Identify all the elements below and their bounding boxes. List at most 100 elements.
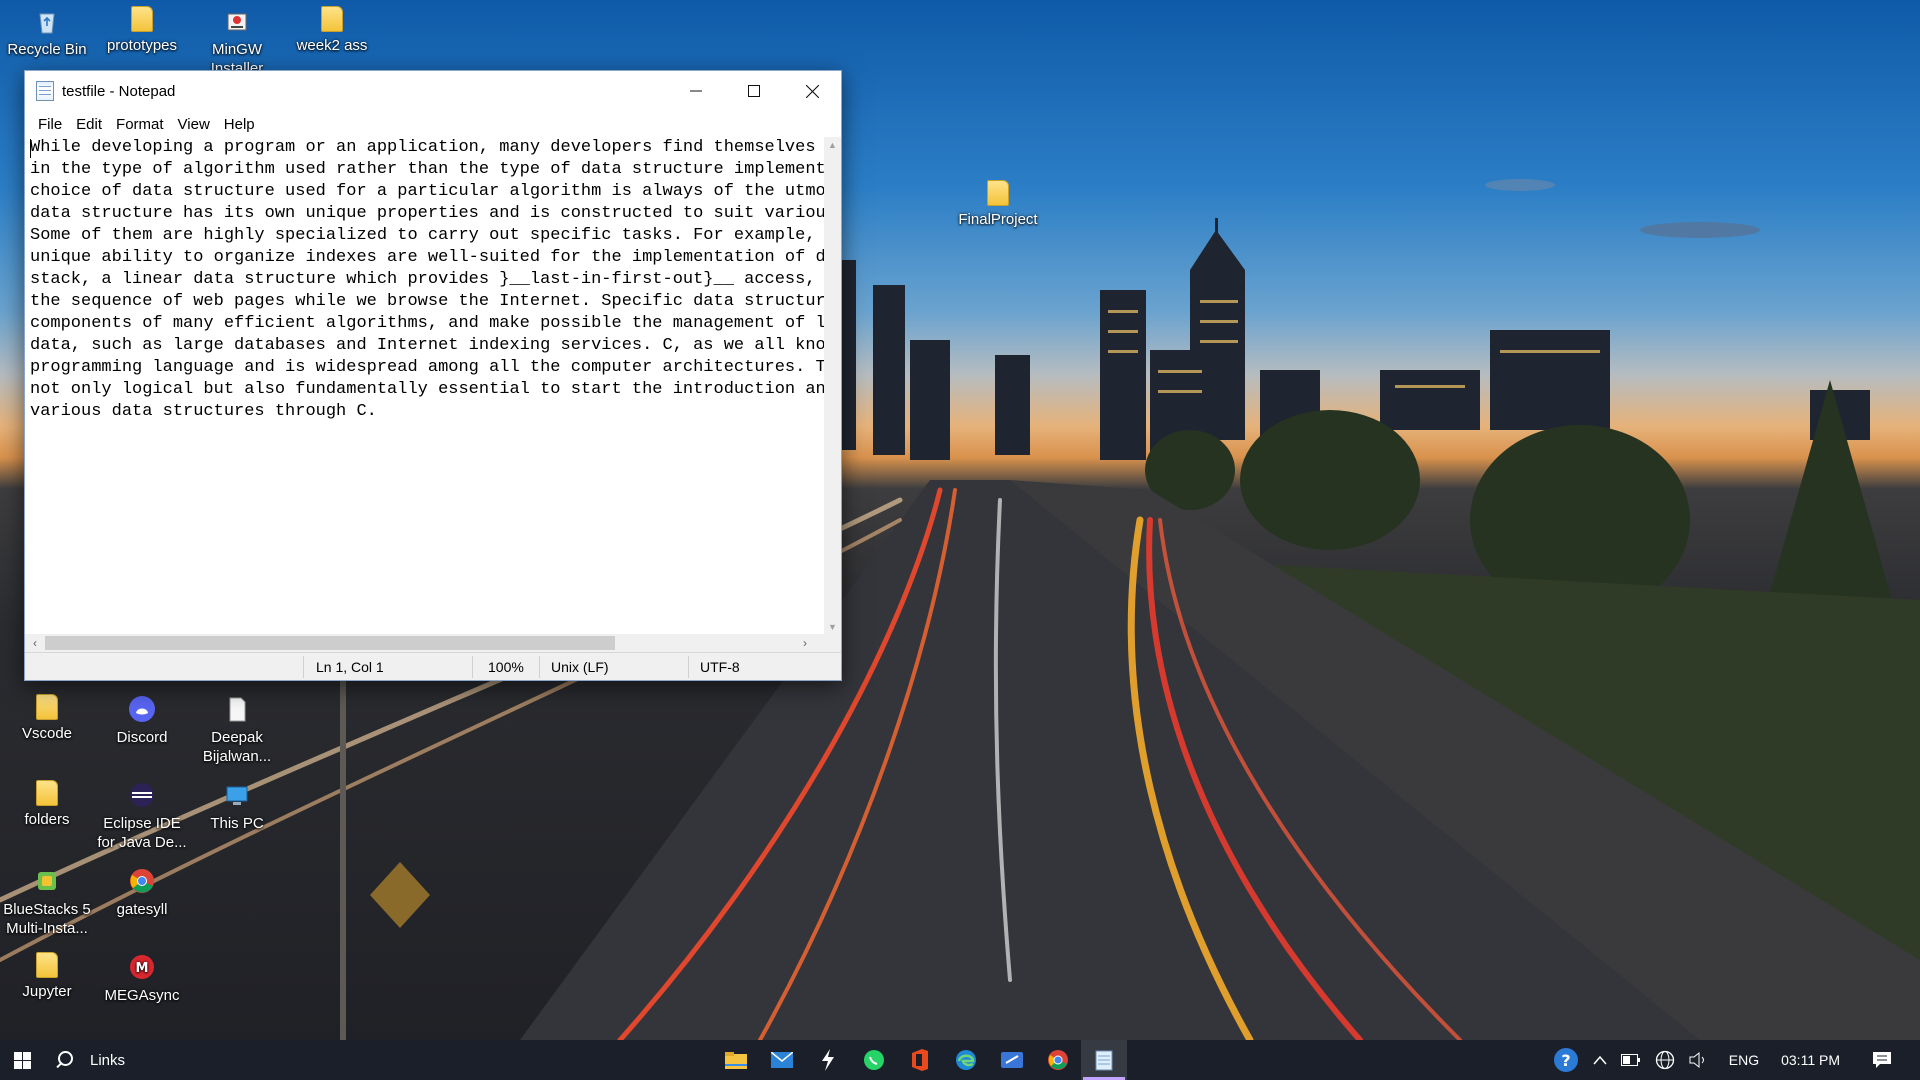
folder-icon (36, 952, 58, 978)
computer-icon (226, 786, 248, 805)
folder-icon (36, 780, 58, 806)
taskbar-whatsapp[interactable] (851, 1040, 897, 1080)
installer-icon (227, 13, 247, 31)
edge-icon (956, 1050, 976, 1070)
status-bar: Ln 1, Col 1 100% Unix (LF) UTF-8 (25, 652, 841, 680)
desktop-icon-label: Discord (116, 729, 168, 746)
notepad-window[interactable]: testfile - Notepad File Edit Format View… (24, 70, 842, 681)
language-indicator[interactable]: ENG (1729, 1052, 1759, 1068)
desktop-icon-deepak[interactable]: Deepak Bijalwan... (191, 694, 283, 766)
menu-view[interactable]: View (171, 116, 217, 133)
desktop-icon-gatesyll[interactable]: gatesyll (96, 866, 188, 919)
desktop-icon-week2[interactable]: week2 ass (286, 6, 378, 55)
file-explorer-icon (725, 1052, 747, 1069)
desktop-icon-label: Jupyter (22, 983, 72, 1000)
menu-file[interactable]: File (31, 116, 69, 133)
horizontal-scrollbar[interactable]: ‹ › (25, 634, 825, 652)
desktop-icon-eclipse[interactable]: Eclipse IDE for Java De... (96, 780, 188, 852)
editor-content[interactable]: While developing a program or an applica… (25, 137, 825, 423)
minimize-button[interactable] (667, 71, 725, 111)
chrome-icon (130, 869, 154, 893)
close-button[interactable] (783, 71, 841, 111)
start-button[interactable] (0, 1040, 44, 1080)
text-caret (30, 139, 31, 158)
clock[interactable]: 03:11 PM (1781, 1052, 1840, 1068)
title-bar[interactable]: testfile - Notepad (25, 71, 841, 111)
desktop-icon-label: Recycle Bin (7, 41, 87, 58)
volume-button[interactable] (1689, 1052, 1709, 1068)
vertical-scrollbar[interactable]: ▲ ▼ (824, 137, 841, 636)
taskbar-remote-desktop[interactable] (989, 1040, 1035, 1080)
desktop-icon-label: Eclipse IDE for Java De... (97, 815, 187, 851)
desktop-icon-vscode[interactable]: Vscode (1, 694, 93, 743)
help-button[interactable]: ? (1553, 1047, 1579, 1073)
maximize-button[interactable] (725, 71, 783, 111)
scroll-right-arrow-icon[interactable]: › (795, 636, 815, 650)
notepad-icon (1095, 1050, 1113, 1071)
folder-icon (321, 6, 343, 32)
folder-icon (131, 6, 153, 32)
remote-desktop-icon (1001, 1052, 1023, 1068)
folder-icon (987, 180, 1009, 206)
chevron-up-icon (1593, 1055, 1607, 1065)
search-icon (54, 1050, 74, 1070)
help-icon: ? (1553, 1048, 1578, 1072)
office-icon (912, 1049, 928, 1071)
mega-icon: M (130, 955, 154, 979)
terminal-icon (822, 1049, 834, 1071)
status-divider (688, 656, 689, 678)
desktop-icon-jupyter[interactable]: Jupyter (1, 952, 93, 1001)
horizontal-scroll-thumb[interactable] (45, 636, 615, 650)
desktop-icon-label: Vscode (21, 725, 73, 742)
taskbar-notepad[interactable] (1081, 1040, 1127, 1080)
desktop-icon-prototypes[interactable]: prototypes (96, 6, 188, 55)
taskbar-edge[interactable] (943, 1040, 989, 1080)
desktop-icon-label: Deepak Bijalwan... (202, 729, 272, 765)
windows-logo-icon (13, 1051, 31, 1069)
search-label: Links (90, 1051, 126, 1069)
menu-bar: File Edit Format View Help (25, 111, 841, 137)
taskbar-mail[interactable] (759, 1040, 805, 1080)
maximize-icon (748, 85, 760, 97)
show-hidden-icons-button[interactable] (1593, 1055, 1607, 1065)
taskbar-office[interactable] (897, 1040, 943, 1080)
text-editor[interactable]: While developing a program or an applica… (25, 137, 825, 636)
desktop-icon-final-project[interactable]: FinalProject (952, 180, 1044, 229)
network-button[interactable] (1655, 1050, 1675, 1070)
notepad-icon (36, 81, 54, 101)
svg-text:M: M (136, 961, 149, 976)
taskbar-terminal[interactable] (805, 1040, 851, 1080)
desktop-icon-label: gatesyll (116, 901, 168, 918)
desktop-icon-megasync[interactable]: M MEGAsync (96, 952, 188, 1005)
desktop-icon-label: MEGAsync (104, 987, 180, 1004)
status-divider (303, 656, 304, 678)
battery-button[interactable] (1620, 1054, 1641, 1066)
speaker-icon (1689, 1052, 1704, 1068)
menu-help[interactable]: Help (217, 116, 262, 133)
desktop-icon-recycle-bin[interactable]: Recycle Bin (1, 6, 93, 59)
menu-edit[interactable]: Edit (69, 116, 109, 133)
zoom-level: 100% (488, 659, 524, 675)
desktop-icon-mingw[interactable]: MinGW Installer (191, 6, 283, 78)
scroll-left-arrow-icon[interactable]: ‹ (25, 636, 45, 650)
action-center-button[interactable] (1872, 1051, 1892, 1069)
desktop-icon-discord[interactable]: Discord (96, 694, 188, 747)
document-icon (229, 697, 246, 722)
folder-icon (36, 694, 58, 720)
recycle-bin-icon (39, 13, 55, 34)
desktop-icon-folders[interactable]: folders (1, 780, 93, 829)
cursor-position: Ln 1, Col 1 (316, 659, 384, 675)
notification-icon (1873, 1052, 1891, 1068)
menu-format[interactable]: Format (109, 116, 171, 133)
desktop-icon-bluestacks[interactable]: BlueStacks 5 Multi-Insta... (1, 866, 93, 938)
svg-text:?: ? (1561, 1051, 1570, 1070)
minimize-icon (690, 90, 702, 92)
scroll-up-arrow-icon[interactable]: ▲ (824, 137, 841, 154)
globe-icon (1655, 1050, 1674, 1070)
desktop-icon-this-pc[interactable]: This PC (191, 780, 283, 833)
whatsapp-icon (864, 1050, 884, 1070)
taskbar-chrome[interactable] (1035, 1040, 1081, 1080)
taskbar-file-explorer[interactable] (713, 1040, 759, 1080)
window-title: testfile - Notepad (62, 82, 176, 100)
taskbar-search[interactable]: Links (54, 1050, 125, 1070)
